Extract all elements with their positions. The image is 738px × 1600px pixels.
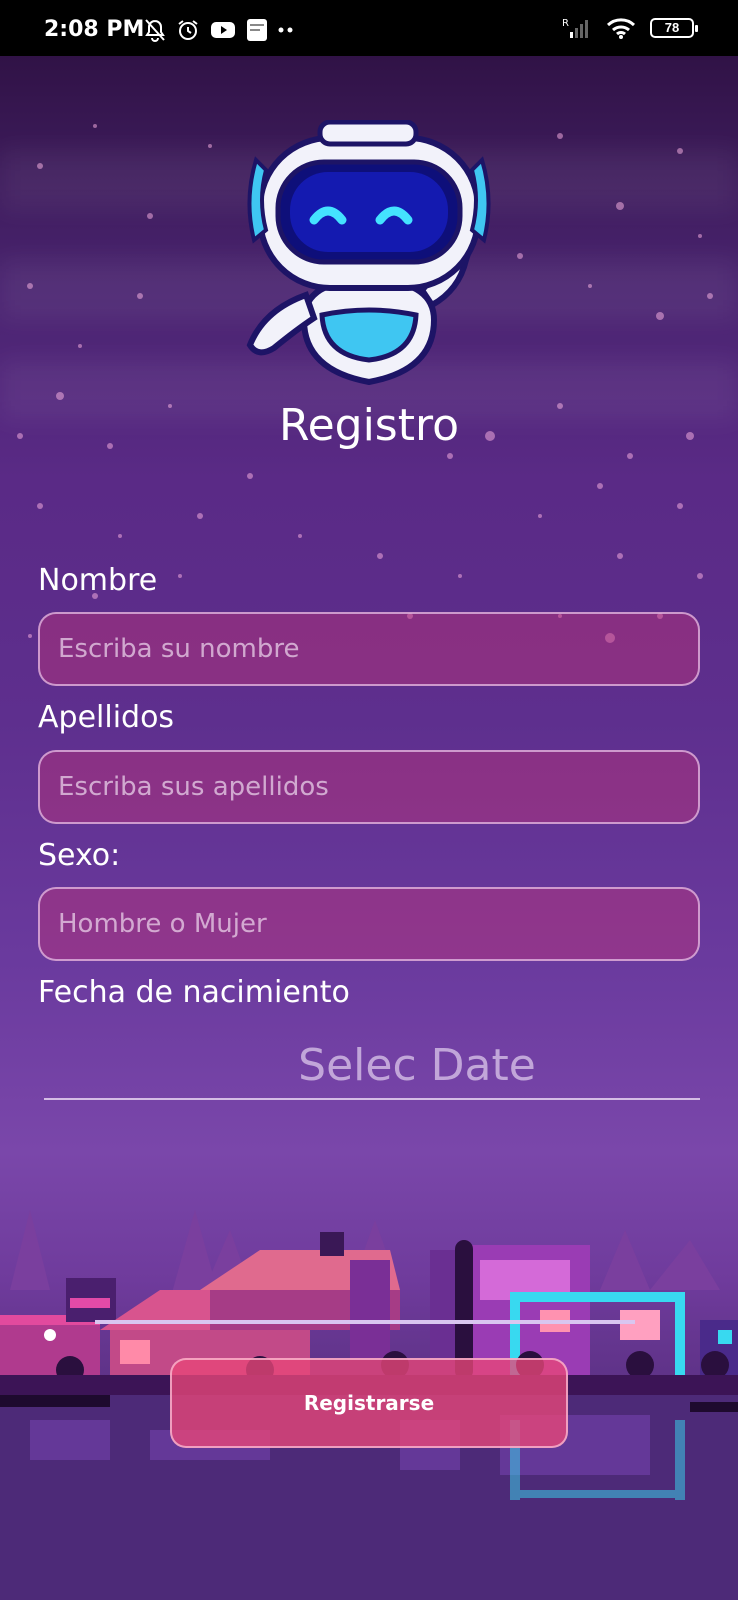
bell-off-icon bbox=[145, 19, 165, 42]
nombre-input[interactable] bbox=[40, 614, 698, 684]
status-icons-left bbox=[144, 18, 294, 42]
sexo-field[interactable] bbox=[38, 887, 700, 961]
date-picker[interactable]: Selec Date bbox=[44, 1040, 700, 1100]
registration-screen: 2:08 PM R 78 Registro Nombre Escriba su … bbox=[0, 0, 738, 1600]
more-dots-icon bbox=[278, 27, 293, 33]
wifi-icon bbox=[606, 18, 636, 39]
svg-text:R: R bbox=[562, 18, 569, 29]
page-title: Registro bbox=[278, 400, 460, 451]
status-icons-right: R 78 bbox=[562, 16, 698, 40]
apellidos-field[interactable] bbox=[38, 750, 700, 824]
robot-mascot-icon bbox=[246, 120, 491, 386]
sexo-input[interactable] bbox=[40, 889, 698, 959]
nombre-field[interactable] bbox=[38, 612, 700, 686]
signal-icon: R bbox=[562, 18, 588, 38]
status-time: 2:08 PM bbox=[44, 17, 145, 42]
register-button[interactable]: Registrarse bbox=[170, 1358, 568, 1448]
apellidos-label: Apellidos bbox=[38, 700, 175, 735]
nombre-label: Nombre bbox=[38, 563, 158, 598]
fecha-label: Fecha de nacimiento bbox=[38, 975, 350, 1010]
battery-icon: 78 bbox=[650, 18, 698, 38]
alarm-icon bbox=[178, 20, 198, 40]
youtube-icon bbox=[211, 22, 235, 38]
apellidos-input[interactable] bbox=[40, 752, 698, 822]
status-bar: 2:08 PM R 78 bbox=[0, 0, 738, 56]
app-notification-icon bbox=[247, 19, 267, 41]
sexo-label: Sexo: bbox=[38, 838, 121, 873]
